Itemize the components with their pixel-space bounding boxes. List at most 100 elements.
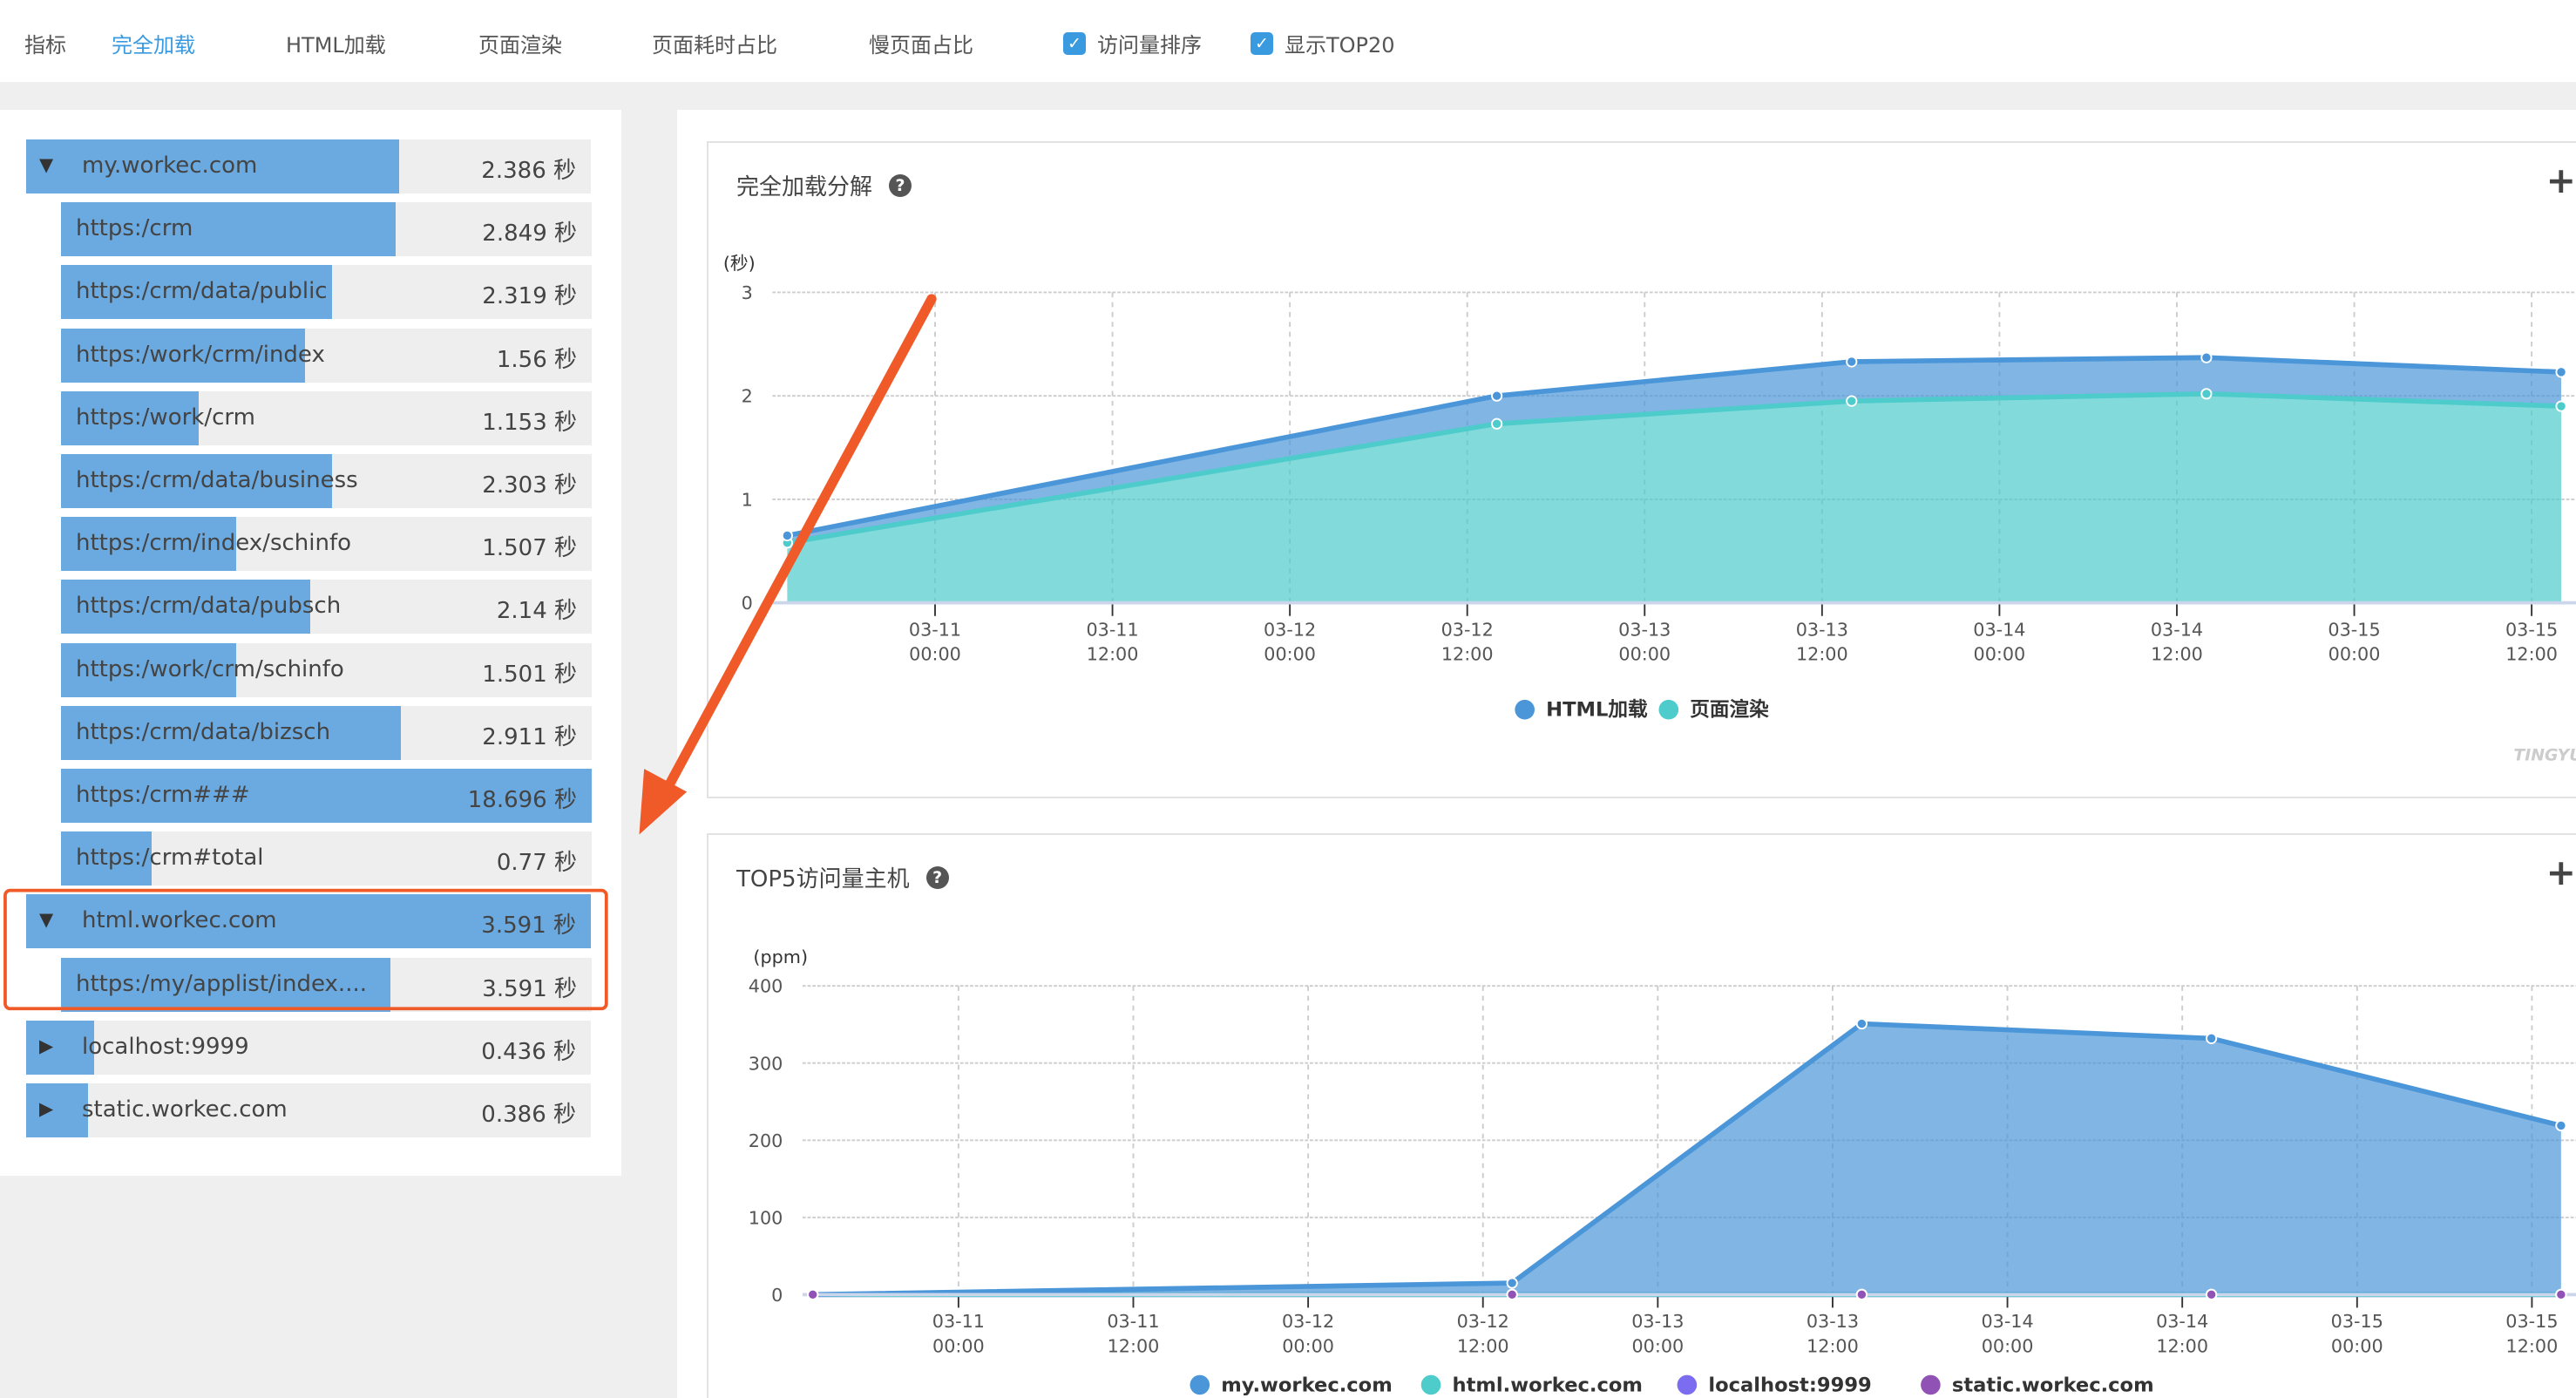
x-tick-label: 12:00 bbox=[1807, 1335, 1859, 1356]
x-tick-label: 00:00 bbox=[1974, 644, 2026, 665]
url-path: https:/my/applist/index.... bbox=[76, 970, 367, 997]
x-tick-label: 03-11 bbox=[909, 619, 961, 640]
top5-hosts-chart: 0 100 200 300 400 (ppm) 03-11 00:00 03-11 12:00 03… bbox=[749, 947, 2576, 1396]
data-point bbox=[2200, 388, 2213, 400]
y-tick-label: 200 bbox=[749, 1130, 783, 1151]
legend-label: localhost:9999 bbox=[1708, 1374, 1871, 1396]
x-tick-label: 03-12 bbox=[1264, 619, 1316, 640]
tree-url-row[interactable]: https:/crm/data/pubsch 2.14 秒 bbox=[61, 580, 592, 635]
x-tick-label: 12:00 bbox=[1087, 644, 1139, 665]
y-tick-label: 2 bbox=[742, 386, 753, 407]
tree-url-row[interactable]: https:/crm 2.849 秒 bbox=[61, 202, 592, 257]
checkmark-icon: ✓ bbox=[1251, 31, 1273, 55]
url-duration: 2.14 秒 bbox=[496, 598, 577, 625]
tree-host-row[interactable]: ▶ localhost:9999 0.436 秒 bbox=[26, 1020, 591, 1075]
url-duration: 18.696 秒 bbox=[467, 787, 577, 813]
x-tick-label: 00:00 bbox=[2331, 1335, 2383, 1356]
add-icon[interactable]: + bbox=[2546, 159, 2576, 201]
url-duration: 2.911 秒 bbox=[482, 723, 577, 750]
data-point bbox=[2200, 351, 2213, 363]
tree-url-row[interactable]: https:/crm/data/public 2.319 秒 bbox=[61, 265, 592, 320]
data-point bbox=[2206, 1032, 2218, 1044]
x-tick-label: 03-12 bbox=[1441, 619, 1494, 640]
card-title: 完全加载分解 bbox=[736, 174, 873, 200]
host-duration: 2.386 秒 bbox=[481, 158, 576, 184]
tree-url-row[interactable]: https:/crm/index/schinfo 1.507 秒 bbox=[61, 517, 592, 572]
data-point bbox=[2555, 1288, 2567, 1300]
tree-url-row[interactable]: https:/work/crm/index 1.56 秒 bbox=[61, 328, 592, 383]
data-point bbox=[1846, 395, 1858, 407]
url-duration: 1.153 秒 bbox=[482, 409, 577, 436]
y-tick-label: 0 bbox=[742, 593, 753, 614]
legend-label: my.workec.com bbox=[1221, 1374, 1393, 1396]
url-path: https:/crm/index/schinfo bbox=[76, 530, 352, 557]
x-tick-label: 03-11 bbox=[932, 1311, 985, 1332]
y-tick-label: 0 bbox=[771, 1285, 783, 1306]
host-duration: 3.591 秒 bbox=[481, 913, 576, 940]
tingyun-watermark: TINGYUN bbox=[2513, 747, 2576, 765]
url-path: https:/work/crm/index bbox=[76, 341, 325, 368]
x-tick-label: 12:00 bbox=[2505, 644, 2558, 665]
tree-url-row[interactable]: https:/crm### 18.696 秒 bbox=[61, 769, 592, 823]
tree-url-row[interactable]: https:/crm#total 0.77 秒 bbox=[61, 831, 592, 886]
tab-html-load[interactable]: HTML加载 bbox=[286, 28, 386, 58]
y-tick-label: 400 bbox=[749, 976, 783, 997]
x-tick-label: 00:00 bbox=[1618, 644, 1671, 665]
url-duration: 2.849 秒 bbox=[482, 221, 577, 248]
tree-url-row[interactable]: https:/work/crm 1.153 秒 bbox=[61, 390, 592, 445]
tab-page-render[interactable]: 页面渲染 bbox=[478, 28, 562, 58]
x-tick-label: 00:00 bbox=[1631, 1335, 1684, 1356]
top5-hosts-card: TOP5访问量主机? + 0 100 200 300 400 (ppm) 03-11 00:0… bbox=[707, 833, 2576, 1398]
x-tick-label: 03-14 bbox=[1973, 619, 2025, 640]
legend-marker bbox=[1420, 1374, 1441, 1395]
tree-url-row[interactable]: https:/crm/data/business 2.303 秒 bbox=[61, 454, 592, 508]
legend-label: 页面渲染 bbox=[1690, 698, 1769, 722]
add-icon[interactable]: + bbox=[2546, 852, 2576, 893]
x-tick-label: 03-14 bbox=[2156, 1311, 2208, 1332]
tree-url-row[interactable]: https:/crm/data/bizsch 2.911 秒 bbox=[61, 705, 592, 760]
x-tick-label: 03-15 bbox=[2328, 619, 2380, 640]
y-tick-label: 100 bbox=[749, 1207, 783, 1228]
legend-label: HTML加载 bbox=[1546, 699, 1648, 722]
tree-url-row[interactable]: https:/work/crm/schinfo 1.501 秒 bbox=[61, 642, 592, 697]
x-tick-label: 03-15 bbox=[2331, 1311, 2383, 1332]
data-point bbox=[2555, 366, 2567, 378]
caret-down-icon[interactable]: ▼ bbox=[39, 909, 53, 930]
legend-label: html.workec.com bbox=[1452, 1374, 1642, 1396]
sort-by-visits-checkbox[interactable]: ✓ 访问量排序 bbox=[1063, 28, 1202, 58]
url-duration: 0.77 秒 bbox=[496, 850, 577, 877]
show-top20-checkbox[interactable]: ✓ 显示TOP20 bbox=[1251, 28, 1395, 58]
x-tick-label: 03-12 bbox=[1282, 1311, 1334, 1332]
url-duration: 1.56 秒 bbox=[496, 346, 577, 373]
data-point bbox=[1846, 356, 1858, 368]
url-path: https:/crm### bbox=[76, 782, 250, 808]
x-tick-label: 03-13 bbox=[1631, 1311, 1684, 1332]
metric-label: 指标 bbox=[24, 33, 66, 58]
x-tick-label: 12:00 bbox=[2156, 1335, 2208, 1356]
tree-host-row[interactable]: ▼ my.workec.com 2.386 秒 bbox=[26, 139, 591, 193]
y-tick-label: 3 bbox=[742, 282, 753, 303]
host-duration: 0.386 秒 bbox=[481, 1102, 576, 1128]
tree-host-row[interactable]: ▶ static.workec.com 0.386 秒 bbox=[26, 1083, 591, 1137]
x-tick-label: 12:00 bbox=[1441, 644, 1494, 665]
data-point bbox=[1506, 1288, 1518, 1300]
tab-slow-page-ratio[interactable]: 慢页面占比 bbox=[869, 28, 973, 58]
url-duration: 2.303 秒 bbox=[482, 472, 577, 499]
tab-page-time-ratio[interactable]: 页面耗时占比 bbox=[652, 28, 777, 58]
data-point bbox=[807, 1288, 819, 1300]
tree-host-row[interactable]: ▼ html.workec.com 3.591 秒 bbox=[26, 894, 591, 949]
legend-marker bbox=[1658, 699, 1679, 720]
caret-right-icon[interactable]: ▶ bbox=[39, 1098, 53, 1119]
caret-down-icon[interactable]: ▼ bbox=[39, 154, 53, 175]
tab-full-load[interactable]: 完全加载 bbox=[112, 28, 195, 58]
x-tick-label: 03-11 bbox=[1086, 619, 1138, 640]
help-icon[interactable]: ? bbox=[889, 173, 912, 197]
url-path: https:/work/crm/schinfo bbox=[76, 655, 344, 682]
x-tick-label: 03-15 bbox=[2505, 619, 2558, 640]
tree-url-row[interactable]: https:/my/applist/index.... 3.591 秒 bbox=[61, 957, 592, 1012]
help-icon[interactable]: ? bbox=[925, 865, 949, 889]
x-tick-label: 03-15 bbox=[2505, 1311, 2558, 1332]
data-point bbox=[781, 529, 793, 542]
caret-right-icon[interactable]: ▶ bbox=[39, 1035, 53, 1056]
x-tick-label: 00:00 bbox=[909, 644, 961, 665]
